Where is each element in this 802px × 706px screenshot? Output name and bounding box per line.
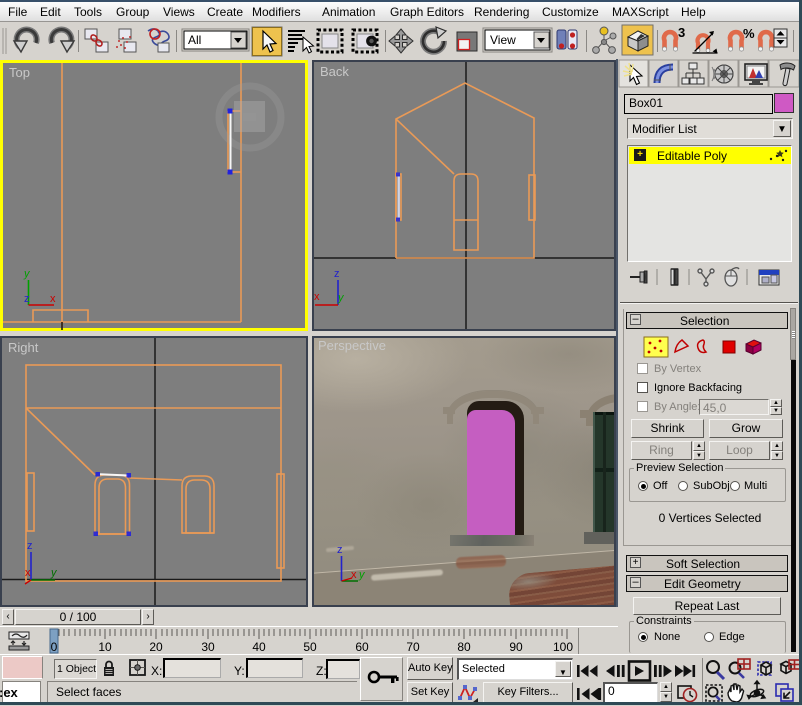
svg-text:70: 70 bbox=[406, 640, 420, 654]
svg-text:0: 0 bbox=[51, 640, 58, 654]
svg-text:20: 20 bbox=[149, 640, 163, 654]
svg-text:y: y bbox=[23, 268, 31, 280]
svg-text:%: % bbox=[743, 26, 755, 41]
svg-text:z: z bbox=[337, 544, 343, 556]
svg-text:x: x bbox=[351, 569, 357, 581]
svg-text:View: View bbox=[490, 33, 516, 47]
svg-text:y: y bbox=[50, 567, 58, 579]
svg-text:y: y bbox=[337, 292, 345, 304]
svg-text:x: x bbox=[314, 291, 320, 303]
svg-text:40: 40 bbox=[252, 640, 266, 654]
svg-text:x: x bbox=[25, 567, 31, 579]
svg-text:All: All bbox=[188, 33, 201, 47]
svg-text:y: y bbox=[358, 569, 366, 581]
svg-text:30: 30 bbox=[201, 640, 215, 654]
svg-text:60: 60 bbox=[355, 640, 369, 654]
svg-text:x: x bbox=[50, 293, 56, 305]
svg-text:3: 3 bbox=[678, 25, 685, 40]
svg-text:z: z bbox=[334, 268, 340, 280]
svg-text:50: 50 bbox=[303, 640, 317, 654]
svg-text:100: 100 bbox=[553, 640, 573, 654]
svg-text:80: 80 bbox=[457, 640, 471, 654]
svg-text:z: z bbox=[24, 293, 30, 305]
svg-text:90: 90 bbox=[509, 640, 523, 654]
svg-text:10: 10 bbox=[98, 640, 112, 654]
svg-text:z: z bbox=[27, 540, 33, 552]
